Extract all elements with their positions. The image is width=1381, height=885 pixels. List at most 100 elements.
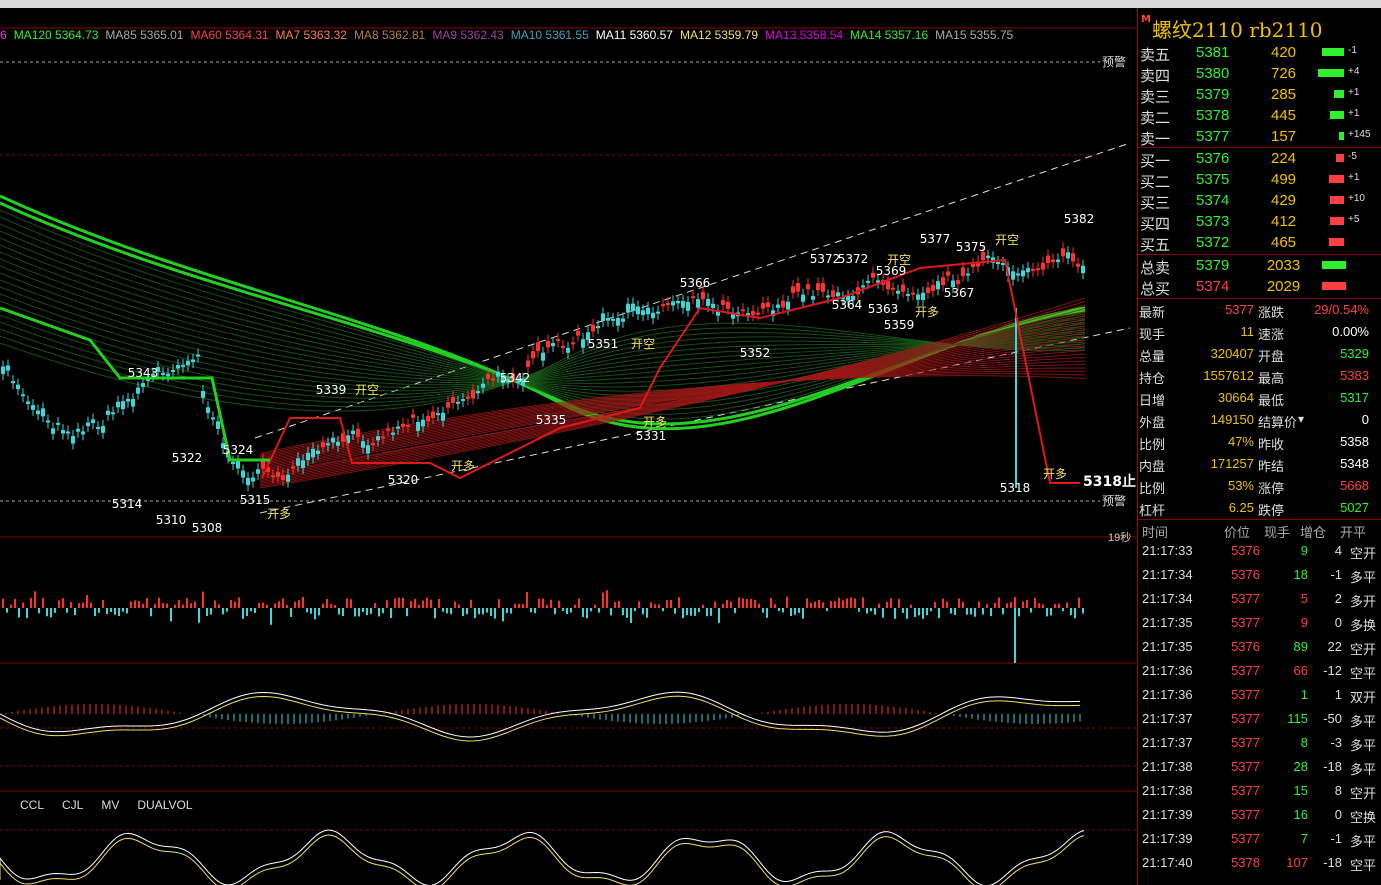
- ma-legend-item: MA13 5358.54: [765, 28, 844, 42]
- candle-body: [1046, 255, 1050, 264]
- quote-value: 6.25: [1228, 500, 1254, 515]
- chevron-down-icon[interactable]: ▾: [1298, 412, 1304, 426]
- candle-body: [191, 359, 195, 363]
- candle-body: [116, 401, 120, 408]
- volume-bar: [650, 602, 652, 608]
- order-book-bar: [1334, 90, 1344, 98]
- tick-volume: 9: [1300, 543, 1308, 558]
- tick-row[interactable]: 21:17:38 5377 15 8 空开: [1138, 780, 1381, 804]
- tick-row[interactable]: 21:17:38 5377 28 -18 多平: [1138, 756, 1381, 780]
- tick-row[interactable]: 21:17:39 5377 7 -1 多平: [1138, 828, 1381, 852]
- candle-body: [936, 281, 940, 290]
- tick-volume: 16: [1293, 807, 1308, 822]
- tick-row[interactable]: 21:17:33 5376 9 4 空开: [1138, 540, 1381, 564]
- candle-body: [831, 290, 835, 298]
- volume-bar: [1058, 603, 1060, 608]
- quote-label: 开盘: [1258, 349, 1285, 364]
- candle-body: [896, 290, 900, 294]
- ma-legend-item: MA11 5360.57: [595, 28, 673, 42]
- signal-label: 开空: [887, 253, 911, 267]
- tick-row[interactable]: 21:17:37 5377 8 -3 多平: [1138, 732, 1381, 756]
- tick-row[interactable]: 21:17:35 5376 89 22 空开: [1138, 636, 1381, 660]
- tick-row[interactable]: 21:17:35 5377 9 0 多换: [1138, 612, 1381, 636]
- price-label: 5315: [240, 493, 271, 507]
- tick-row[interactable]: 21:17:39 5377 16 0 空换: [1138, 804, 1381, 828]
- candle-body: [956, 280, 960, 285]
- quote-value: 0.00%: [1332, 324, 1369, 339]
- tick-header-chg: 增仓: [1300, 525, 1327, 540]
- candle-body: [296, 458, 300, 466]
- price-label: 5335: [536, 413, 567, 427]
- candle-body: [431, 411, 435, 419]
- volume-bar: [1046, 608, 1048, 617]
- volume-bar: [590, 608, 592, 612]
- volume-bar: [810, 602, 812, 608]
- quote-label: 日增: [1139, 393, 1166, 408]
- volume-bar: [22, 602, 24, 608]
- tick-oi-change: -12: [1323, 663, 1342, 678]
- candle-body: [686, 302, 690, 311]
- candle-body: [171, 370, 175, 373]
- volume-bar: [178, 600, 180, 608]
- indicator-tab[interactable]: MV: [101, 798, 119, 812]
- candle-body: [91, 419, 95, 424]
- volume-bar: [234, 601, 236, 608]
- volume-bar: [894, 608, 896, 619]
- volume-bar: [186, 598, 188, 608]
- price-label: 5310: [156, 513, 187, 527]
- chart-area[interactable]: 预警 预警 5343 5322 5324 5314 5310 5308 5315 5339 5320…: [0, 8, 1136, 885]
- quote-label[interactable]: 结算价: [1258, 412, 1297, 431]
- tick-row[interactable]: 21:17:36 5377 66 -12 空平: [1138, 660, 1381, 684]
- candle-body: [971, 263, 975, 267]
- volume-bar: [446, 608, 448, 614]
- candle-body: [931, 284, 935, 292]
- volume-bar: [986, 604, 988, 608]
- tick-oi-change: -1: [1330, 831, 1342, 846]
- tick-row[interactable]: 21:17:40 5378 107 -18 空平: [1138, 852, 1381, 876]
- volume-bar: [50, 608, 52, 618]
- candle-body: [1, 366, 5, 375]
- contract-name: 螺纹2110 rb2110: [1152, 18, 1323, 42]
- volume-bar: [930, 608, 932, 612]
- volume-bar: [702, 604, 704, 608]
- tick-oi-change: 22: [1327, 639, 1342, 654]
- volume-bar: [694, 608, 696, 616]
- candle-body: [286, 474, 290, 482]
- indicator-tab[interactable]: CJL: [62, 798, 83, 812]
- candle-body: [416, 421, 420, 431]
- market-marker: M: [1141, 14, 1151, 25]
- macd-line: [0, 695, 1081, 742]
- tick-row[interactable]: 21:17:37 5377 115 -50 多平: [1138, 708, 1381, 732]
- indicator-tab[interactable]: DUALVOL: [137, 798, 192, 812]
- quote-value: 5377: [1225, 302, 1254, 317]
- price-label: 5352: [740, 346, 771, 360]
- volume-bar: [970, 608, 972, 615]
- order-book-bar: [1329, 238, 1344, 246]
- volume-bar: [754, 599, 756, 608]
- candle-body: [786, 301, 790, 310]
- order-book-row: 买一 5376 224 -5: [1138, 148, 1381, 170]
- tick-row[interactable]: 21:17:34 5377 5 2 多开: [1138, 588, 1381, 612]
- tick-row[interactable]: 21:17:34 5376 18 -1 多平: [1138, 564, 1381, 588]
- candle-body: [806, 284, 810, 290]
- candle-body: [236, 460, 240, 469]
- volume-bar: [378, 608, 380, 617]
- candle-body: [441, 412, 445, 421]
- volume-bar: [210, 608, 212, 615]
- candle-body: [106, 410, 110, 415]
- price-chart[interactable]: 预警预警534353225324531453105308531553395320…: [0, 8, 1136, 885]
- indicator-tabs[interactable]: CCL CJL MV DUALVOL: [20, 798, 211, 812]
- candle-body: [1056, 259, 1060, 263]
- tick-oi-change: 0: [1334, 615, 1342, 630]
- indicator-tab[interactable]: CCL: [20, 798, 44, 812]
- volume-bar: [722, 603, 724, 608]
- contract-title[interactable]: M 螺纹2110 rb2110: [1138, 10, 1381, 42]
- tick-type: 多平: [1350, 738, 1377, 753]
- volume-bar: [554, 608, 556, 615]
- total-volume: 2029: [1266, 278, 1301, 295]
- tick-row[interactable]: 21:17:36 5377 1 1 双开: [1138, 684, 1381, 708]
- candle-body: [351, 430, 355, 434]
- price-label: 5363: [868, 302, 899, 316]
- volume-bar: [1082, 608, 1084, 614]
- order-book-row: 卖一 5377 157 +145: [1138, 126, 1381, 148]
